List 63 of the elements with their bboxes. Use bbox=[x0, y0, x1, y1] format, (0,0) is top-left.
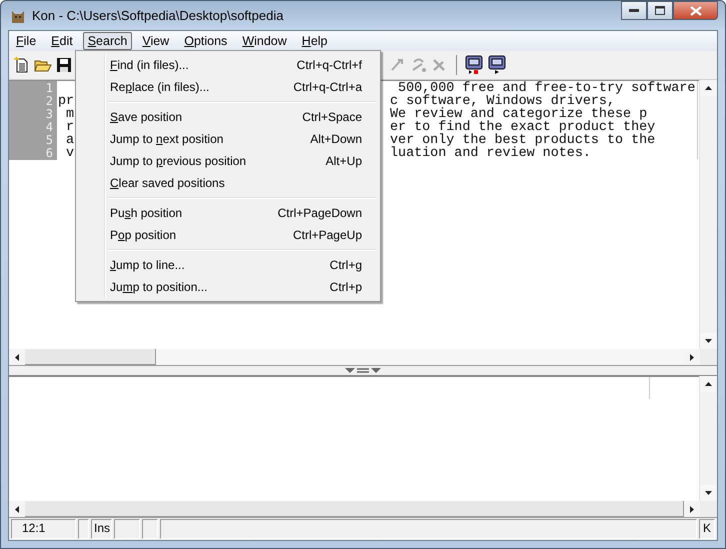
code-text: luation and review notes. bbox=[390, 147, 591, 160]
horizontal-scrollbar[interactable] bbox=[9, 501, 717, 518]
status-text: Ins bbox=[91, 519, 112, 539]
scroll-left-icon[interactable] bbox=[15, 354, 19, 360]
code-text: 500,000 free and free-to-try software bbox=[397, 82, 696, 95]
menu-item[interactable]: Search bbox=[82, 32, 132, 50]
line-number: 6 bbox=[44, 147, 54, 160]
menu-item[interactable]: Window bbox=[237, 32, 292, 50]
menu-item[interactable]: Options bbox=[179, 32, 232, 50]
close-button[interactable] bbox=[673, 1, 718, 20]
horizontal-scrollbar[interactable] bbox=[9, 349, 717, 366]
scroll-up-icon[interactable] bbox=[705, 86, 712, 90]
code-text: v bbox=[65, 147, 74, 160]
menu-option[interactable]: Jump to position... Ctrl+p bbox=[78, 276, 378, 298]
code-text: pr bbox=[58, 95, 74, 108]
line-number: 2 bbox=[44, 95, 54, 108]
menu-option[interactable]: Clear saved positions bbox=[78, 172, 378, 194]
menu-option[interactable]: Save position Ctrl+Space bbox=[78, 106, 378, 128]
scroll-down-icon[interactable] bbox=[705, 491, 712, 495]
menu-option[interactable]: Jump to next position Alt+Down bbox=[78, 128, 378, 150]
line-number: 5 bbox=[44, 134, 54, 147]
status-panel bbox=[114, 519, 140, 539]
code-text: a bbox=[65, 134, 74, 147]
menu-option[interactable]: Find (in files)... Ctrl+q-Ctrl+f bbox=[78, 54, 378, 76]
scroll-right-icon[interactable] bbox=[690, 506, 694, 512]
status-text: K bbox=[699, 519, 715, 539]
code-text: We review and categorize these p bbox=[390, 108, 648, 121]
menu-item[interactable]: File bbox=[11, 32, 42, 50]
line-number: 1 bbox=[44, 82, 54, 95]
menu-item[interactable]: Help bbox=[296, 32, 333, 50]
macro-record-icon[interactable] bbox=[464, 55, 484, 75]
menu-option[interactable]: Push position Ctrl+PageDown bbox=[78, 202, 378, 224]
status-panel bbox=[78, 519, 89, 539]
save-icon[interactable] bbox=[55, 56, 73, 74]
menu-option[interactable]: Pop position Ctrl+PageUp bbox=[78, 224, 378, 246]
maximize-icon bbox=[655, 6, 665, 15]
scroll-left-icon[interactable] bbox=[15, 506, 19, 512]
code-text: ver only the best products to the bbox=[390, 134, 656, 147]
vertical-scrollbar[interactable] bbox=[699, 376, 717, 501]
code-text: er to find the exact product they bbox=[390, 121, 656, 134]
menu-option[interactable]: Jump to line... Ctrl+g bbox=[78, 254, 378, 276]
vertical-scrollbar[interactable] bbox=[699, 80, 717, 349]
menu-option[interactable]: Jump to previous position Alt+Up bbox=[78, 150, 378, 172]
status-panel bbox=[142, 519, 158, 539]
line-number: 3 bbox=[44, 108, 54, 121]
status-text: 12:1 bbox=[11, 519, 76, 539]
scroll-down-icon[interactable] bbox=[705, 339, 712, 343]
menu-option[interactable]: Replace (in files)... Ctrl+q-Ctrl+a bbox=[78, 76, 378, 98]
scroll-right-icon[interactable] bbox=[690, 354, 694, 360]
window-title: Kon - C:\Users\Softpedia\Desktop\softpedia bbox=[32, 8, 284, 23]
maximize-button[interactable] bbox=[647, 1, 673, 20]
code-text: m bbox=[65, 108, 74, 121]
macro-play-icon[interactable] bbox=[487, 55, 507, 75]
line-number: 4 bbox=[44, 121, 54, 134]
code-text: c software, Windows drivers, bbox=[390, 95, 615, 108]
code-text: r bbox=[65, 121, 74, 134]
splitter-handle-icon[interactable] bbox=[345, 367, 381, 374]
menu-item[interactable]: Edit bbox=[46, 32, 78, 50]
close-icon bbox=[690, 6, 702, 16]
scroll-up-icon[interactable] bbox=[705, 382, 712, 386]
minimize-icon bbox=[629, 8, 639, 12]
menu-item[interactable]: View bbox=[137, 32, 174, 50]
minimize-button[interactable] bbox=[621, 1, 647, 20]
